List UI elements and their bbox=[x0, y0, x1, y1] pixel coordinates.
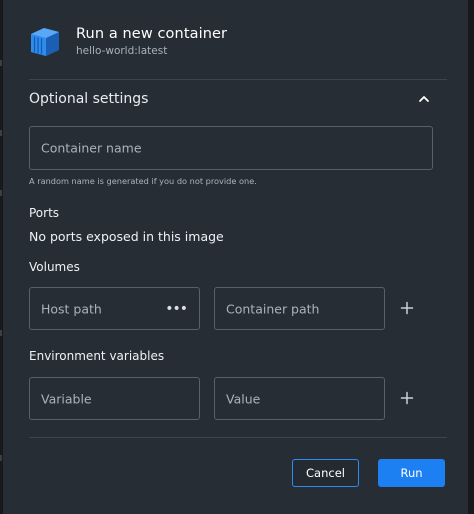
background-edge bbox=[0, 330, 2, 336]
docker-container-icon bbox=[31, 28, 59, 56]
container-name-input[interactable]: Container name bbox=[29, 126, 433, 170]
run-button[interactable]: Run bbox=[378, 459, 445, 487]
background-edge bbox=[0, 60, 2, 66]
dialog-header: Run a new container hello-world:latest bbox=[28, 26, 448, 62]
chevron-up-icon[interactable] bbox=[417, 92, 431, 106]
env-value-placeholder: Value bbox=[226, 391, 261, 406]
cancel-button[interactable]: Cancel bbox=[292, 459, 359, 487]
header-divider bbox=[29, 79, 447, 80]
volumes-label: Volumes bbox=[29, 260, 80, 274]
run-container-dialog: Run a new container hello-world:latest O… bbox=[3, 0, 468, 514]
container-path-input[interactable]: Container path bbox=[214, 287, 385, 330]
host-path-placeholder: Host path bbox=[41, 301, 102, 316]
env-variable-input[interactable]: Variable bbox=[29, 377, 200, 420]
host-path-input[interactable]: Host path ••• bbox=[29, 287, 200, 330]
image-name: hello-world:latest bbox=[76, 45, 168, 57]
background-edge bbox=[0, 130, 2, 136]
ports-label: Ports bbox=[29, 206, 60, 220]
container-name-help: A random name is generated if you do not… bbox=[29, 176, 257, 186]
dialog-title: Run a new container bbox=[76, 26, 228, 42]
background-edge bbox=[0, 190, 2, 196]
add-volume-icon[interactable] bbox=[399, 300, 415, 316]
env-label: Environment variables bbox=[29, 349, 165, 363]
env-variable-placeholder: Variable bbox=[41, 391, 92, 406]
ports-text: No ports exposed in this image bbox=[29, 229, 224, 244]
env-value-input[interactable]: Value bbox=[214, 377, 385, 420]
browse-icon[interactable]: ••• bbox=[165, 302, 188, 316]
footer-divider bbox=[29, 437, 447, 438]
add-env-icon[interactable] bbox=[399, 390, 415, 406]
background-edge bbox=[0, 455, 2, 461]
optional-settings-title[interactable]: Optional settings bbox=[29, 91, 148, 107]
container-path-placeholder: Container path bbox=[226, 301, 320, 316]
container-name-placeholder: Container name bbox=[41, 140, 142, 156]
